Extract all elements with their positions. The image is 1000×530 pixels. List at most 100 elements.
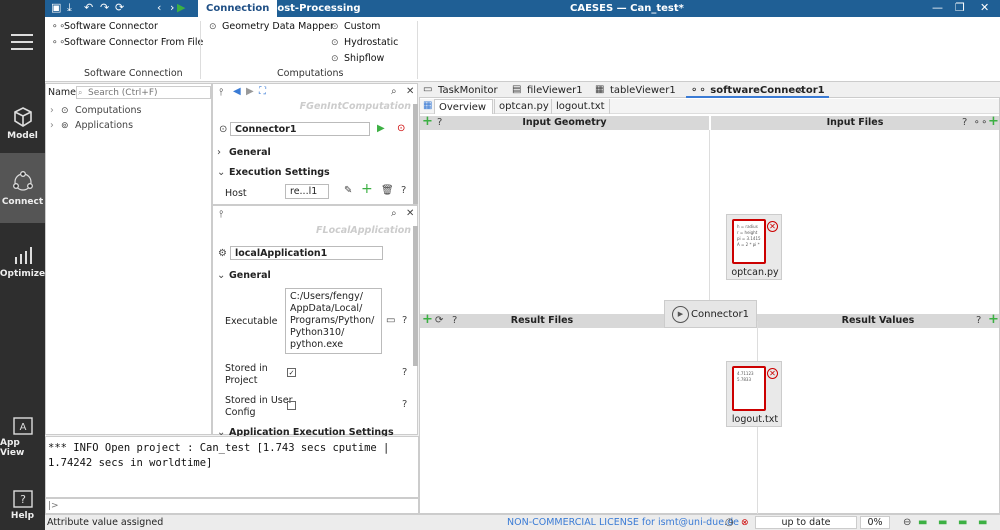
error-icon[interactable]: ⊗	[741, 517, 749, 529]
stored-user-checkbox[interactable]	[287, 401, 296, 410]
nav-connect[interactable]: Connect	[0, 153, 45, 223]
result-values-header: Result Values	[757, 314, 999, 328]
run-icon[interactable]: ▶	[177, 1, 185, 14]
minimize-icon[interactable]: —	[932, 0, 943, 16]
shipflow-button[interactable]: ⊙ Shipflow	[331, 53, 384, 64]
chevron-down-icon[interactable]: ⌄	[217, 270, 225, 282]
scrollbar[interactable]	[413, 104, 418, 204]
section-general[interactable]: General	[229, 270, 271, 281]
section-general[interactable]: General	[229, 147, 271, 158]
tab-software-connector[interactable]: ⚬⚬ softwareConnector1	[686, 83, 829, 98]
back-icon[interactable]: ‹	[157, 1, 161, 14]
export-icon[interactable]: ⤓	[67, 1, 72, 15]
play-circle-icon: ⊙	[209, 21, 217, 32]
tab-task-monitor[interactable]: TaskMonitor	[434, 83, 502, 98]
nav-app-view[interactable]: A App View	[0, 402, 45, 472]
help-icon: ?	[12, 489, 33, 508]
stored-project-checkbox[interactable]: ✓	[287, 368, 296, 377]
back-arrow-icon[interactable]: ◀	[233, 86, 241, 98]
undo-icon[interactable]: ↶	[84, 1, 93, 14]
search-icon[interactable]: ⌕	[391, 208, 397, 220]
help-icon[interactable]: ?	[452, 315, 457, 327]
folder-icon[interactable]: ▭	[386, 315, 395, 327]
custom-button[interactable]: ⊙ Custom	[331, 21, 380, 32]
connector-icon[interactable]: ⚬⚬	[973, 117, 988, 129]
remove-file-icon[interactable]: ✕	[767, 221, 778, 232]
group-label-software-connection: Software Connection	[84, 68, 183, 79]
delete-icon[interactable]: 🗑	[381, 185, 394, 197]
tab-post-processing[interactable]: Post-Processing	[262, 0, 369, 17]
update-status: up to date	[755, 516, 857, 529]
sync-icon[interactable]: ⛶	[259, 86, 266, 98]
help-icon[interactable]: ?	[976, 315, 981, 327]
forward-arrow-icon[interactable]: ▶	[246, 86, 254, 98]
pin-icon[interactable]: ⫯	[219, 87, 223, 99]
forward-icon[interactable]: ›	[170, 1, 174, 14]
input-geometry-header: Input Geometry	[420, 116, 709, 130]
add-icon[interactable]: +	[422, 115, 433, 128]
stored-project-label: Stored in	[225, 363, 268, 374]
search-icon[interactable]: ⌕	[391, 86, 397, 98]
help-icon[interactable]: ?	[402, 315, 407, 327]
subtab-optcan[interactable]: optcan.py	[494, 99, 553, 114]
save-icon[interactable]: ▣	[51, 1, 61, 14]
close-icon[interactable]: ✕	[406, 208, 414, 220]
section-execution-settings[interactable]: Execution Settings	[229, 167, 330, 178]
nav-model[interactable]: Model	[0, 88, 45, 158]
host-select[interactable]: re...l1	[285, 184, 329, 199]
remove-file-icon[interactable]: ✕	[767, 368, 778, 379]
refresh-icon[interactable]: ⟳	[435, 315, 443, 327]
nav-connect-label: Connect	[1, 196, 44, 207]
tab-file-viewer[interactable]: fileViewer1	[523, 83, 587, 98]
help-icon[interactable]: ?	[962, 117, 967, 129]
input-file-optcan[interactable]: h = radius r = height pi = 3.1415 A = 2 …	[726, 214, 782, 280]
software-connector-button[interactable]: ⚬⚬ Software Connector	[51, 21, 158, 32]
maximize-icon[interactable]: ❐	[955, 0, 965, 16]
chevron-right-icon[interactable]: ›	[217, 147, 221, 159]
help-icon[interactable]: ?	[401, 185, 406, 197]
file-viewer-icon: ▤	[512, 84, 522, 95]
executable-field[interactable]: C:/Users/fengy/ AppData/Local/ Programs/…	[285, 288, 382, 354]
connector-node[interactable]: ▶ Connector1	[664, 300, 757, 328]
expand-arrow-icon[interactable]: ›	[50, 120, 54, 131]
close-tab-icon[interactable]: ✕	[796, 85, 804, 97]
add-icon[interactable]: +	[361, 182, 373, 196]
menu-icon[interactable]	[11, 34, 33, 55]
hydrostatic-button[interactable]: ⊙ Hydrostatic	[331, 37, 398, 48]
help-icon[interactable]: ?	[402, 367, 407, 379]
result-file-logout[interactable]: 4.71123 5.7833 ✕ logout.txt	[726, 361, 782, 427]
stop-icon[interactable]: ⊖	[903, 517, 911, 529]
tree-item-computations[interactable]: Computations	[75, 105, 141, 116]
geometry-data-mapper-button[interactable]: ⊙ Geometry Data Mapper	[209, 21, 334, 32]
nav-optimize[interactable]: Optimize	[0, 226, 45, 296]
add-icon[interactable]: +	[988, 115, 999, 128]
pin-icon[interactable]: ⫯	[219, 209, 223, 221]
chevron-down-icon[interactable]: ⌄	[217, 167, 225, 179]
help-icon[interactable]: ?	[402, 399, 407, 411]
search-input[interactable]	[76, 86, 211, 99]
tab-table-viewer[interactable]: tableViewer1	[606, 83, 680, 98]
application-name-field[interactable]: localApplication1	[230, 246, 383, 260]
nav-model-label: Model	[7, 130, 38, 141]
subtab-overview[interactable]: Overview	[434, 99, 493, 114]
software-connector-from-file-button[interactable]: ⚬⚬ Software Connector From File	[51, 37, 203, 48]
refresh-icon[interactable]: ⟳	[115, 1, 124, 14]
nav-help[interactable]: ? Help	[0, 470, 45, 530]
close-icon[interactable]: ✕	[980, 0, 989, 16]
add-icon[interactable]: +	[988, 313, 999, 326]
computation-name-field[interactable]: Connector1	[230, 122, 370, 136]
edit-icon[interactable]: ✎	[344, 185, 352, 197]
expand-arrow-icon[interactable]: ›	[50, 105, 54, 116]
tree-item-applications[interactable]: Applications	[75, 120, 133, 131]
run-icon[interactable]: ▶	[377, 123, 385, 135]
name-column-label: Name	[48, 87, 77, 98]
close-icon[interactable]: ✕	[406, 86, 414, 98]
add-icon[interactable]: +	[422, 313, 433, 326]
subtab-logout[interactable]: logout.txt	[551, 99, 610, 114]
stop-icon[interactable]: ⊙	[397, 123, 405, 135]
console-input[interactable]: |>	[45, 498, 419, 514]
redo-icon[interactable]: ↷	[100, 1, 109, 14]
help-icon[interactable]: ?	[437, 117, 442, 129]
svg-text:A: A	[19, 422, 26, 433]
scrollbar[interactable]	[413, 226, 418, 366]
